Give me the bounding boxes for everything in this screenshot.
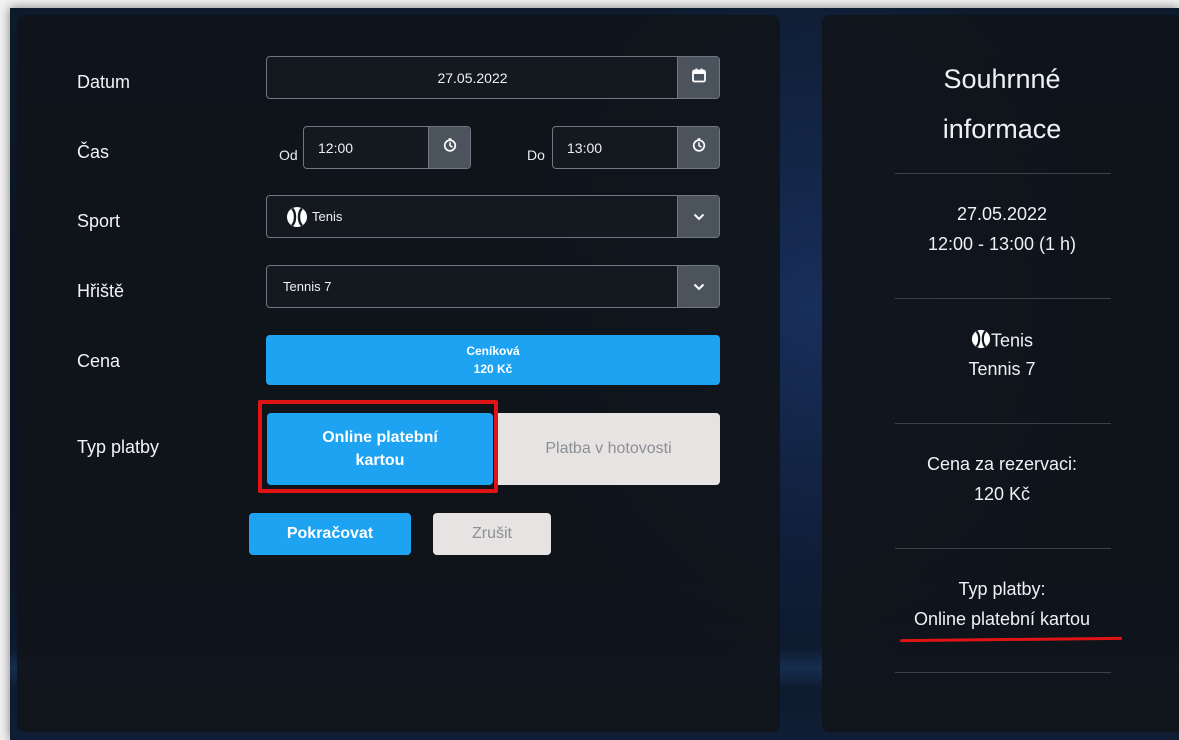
divider (895, 423, 1111, 424)
from-time-field[interactable]: 12:00 (303, 126, 471, 169)
court-dropdown-button[interactable] (677, 266, 719, 307)
date-label: Datum (77, 72, 131, 92)
summary-payment-value: Online platební kartou (913, 609, 1091, 629)
summary-date: 27.05.2022 (956, 204, 1048, 224)
tennis-ball-icon (286, 206, 308, 233)
booking-form-panel: Datum 27.05.2022 Čas Od 12:00 Do 13:00 S… (17, 15, 780, 732)
summary-title-line2: informace (942, 114, 1062, 144)
price-value: 120 Kč (473, 362, 513, 376)
divider (895, 298, 1111, 299)
divider (895, 672, 1111, 673)
price-info: Ceníková 120 Kč (266, 335, 720, 385)
date-picker-button[interactable] (677, 57, 719, 98)
summary-price-value: 120 Kč (973, 484, 1031, 504)
calendar-icon (691, 68, 706, 88)
summary-court: Tennis 7 (968, 359, 1036, 379)
time-label: Čas (77, 142, 110, 162)
summary-payment-label: Typ platby: (958, 579, 1046, 599)
sport-dropdown-button[interactable] (677, 196, 719, 237)
clock-icon (692, 138, 706, 157)
payment-cash-label: Platba v hotovosti (545, 440, 672, 457)
app-screen: Datum 27.05.2022 Čas Od 12:00 Do 13:00 S… (10, 8, 1179, 740)
cancel-button[interactable]: Zrušit (433, 513, 551, 555)
payment-type-label: Typ platby (77, 437, 160, 457)
cancel-label: Zrušit (472, 525, 512, 542)
from-time-value: 12:00 (318, 140, 354, 156)
continue-label: Pokračovat (286, 525, 374, 542)
to-time-field[interactable]: 13:00 (552, 126, 720, 169)
court-select[interactable]: Tennis 7 (266, 265, 720, 308)
divider (895, 548, 1111, 549)
to-time-value: 13:00 (567, 140, 603, 156)
price-label: Cena (77, 351, 121, 371)
from-label: Od (279, 147, 298, 163)
summary-sport: Tenis (822, 329, 1179, 354)
date-value: 27.05.2022 (437, 70, 508, 86)
from-time-picker-button[interactable] (428, 127, 470, 168)
tennis-ball-icon (971, 329, 991, 354)
price-type: Ceníková (466, 344, 520, 358)
sport-value: Tenis (312, 209, 343, 224)
sport-select[interactable]: Tenis (266, 195, 720, 238)
to-time-picker-button[interactable] (677, 127, 719, 168)
summary-title-line1: Souhrnné (943, 64, 1061, 94)
summary-price-label: Cena za rezervaci: (926, 454, 1078, 474)
highlight-box (258, 400, 498, 493)
clock-icon (443, 138, 457, 157)
date-field[interactable]: 27.05.2022 (266, 56, 720, 99)
chevron-down-icon (693, 278, 705, 296)
court-value: Tennis 7 (283, 279, 332, 294)
summary-sport-value: Tenis (990, 330, 1034, 351)
to-label: Do (527, 147, 545, 163)
divider (895, 173, 1111, 174)
court-label: Hřiště (77, 281, 125, 301)
chevron-down-icon (693, 208, 705, 226)
summary-time: 12:00 - 13:00 (1 h) (927, 234, 1077, 254)
highlight-underline (899, 636, 1123, 643)
sport-label: Sport (77, 211, 121, 231)
summary-panel: Souhrnné informace 27.05.2022 12:00 - 13… (822, 15, 1179, 732)
continue-button[interactable]: Pokračovat (249, 513, 411, 555)
payment-cash-button[interactable]: Platba v hotovosti (497, 413, 720, 485)
